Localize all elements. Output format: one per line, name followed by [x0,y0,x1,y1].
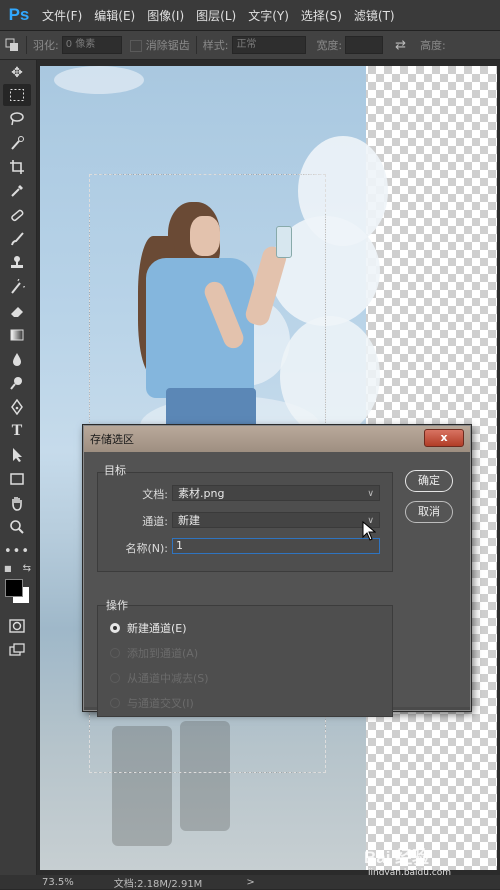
menu-layer[interactable]: 图层(L) [196,7,236,24]
eraser-icon[interactable] [3,300,31,322]
cloud [54,66,144,94]
channel-select[interactable]: 新建 ∨ [172,512,380,528]
menu-select[interactable]: 选择(S) [301,7,342,24]
width-input[interactable] [345,36,384,54]
style-select[interactable]: 正常 [232,36,307,54]
swap-arrows-icon[interactable]: ⇄ [395,38,406,53]
selection-mode-icon[interactable] [4,37,20,53]
operation-group-label: 操作 [106,599,128,612]
move-icon[interactable]: ✥ [3,62,31,84]
crop-icon[interactable] [3,156,31,178]
screen-mode-icon[interactable] [3,639,31,661]
quick-select-icon[interactable] [3,132,31,154]
document-info: 文档:2.18M/2.91M [113,878,203,890]
chevron-down-icon: ∨ [367,489,374,499]
op-new-channel-label: 新建通道(E) [127,622,187,635]
baidu-watermark: Bai 经验 jingyan.baidu.com [364,843,482,878]
stamp-icon[interactable] [3,252,31,274]
document-label: 文档: [142,488,168,501]
height-label: 高度: [420,39,446,52]
dodge-icon[interactable] [3,372,31,394]
style-label: 样式: [202,39,229,52]
channel-label: 通道: [142,515,168,528]
healing-icon[interactable] [3,204,31,226]
op-intersect-channel: 与通道交叉(I) [110,695,194,711]
brush-icon[interactable] [3,228,31,250]
radio [110,698,120,708]
antialias-label: 消除锯齿 [145,39,190,52]
menu-filter[interactable]: 滤镜(T) [354,7,395,24]
options-bar: 羽化: 0 像素 消除锯齿 样式: 正常 宽度: ⇄ 高度: [0,31,500,60]
blur-icon[interactable] [3,348,31,370]
target-group-label: 目标 [104,464,126,477]
zoom-level[interactable]: 73.5% [42,877,74,888]
color-swatches[interactable]: ■ ⇆ [3,563,33,609]
document-value: 素材.png [178,487,225,500]
watermark-logo: Bai 经验 [364,848,430,867]
history-brush-icon[interactable] [3,276,31,298]
ok-button[interactable]: 确定 [405,470,453,492]
dialog-titlebar[interactable]: 存储选区 x [84,426,470,452]
antialias-checkbox-wrap[interactable]: 消除锯齿 [129,37,190,53]
feather-label: 羽化: [33,39,59,52]
tools-panel: ✥ T ••• ■ ⇆ [0,60,37,875]
radio [110,648,120,658]
pen-icon[interactable] [3,396,31,418]
op-subtract-from-channel: 从通道中减去(S) [110,670,209,686]
dialog-body: 目标 文档: 素材.png ∨ 通道: 新建 ∨ 名称(N): 1 确定 取消 … [84,452,470,717]
default-colors-icon[interactable]: ■ [4,564,12,573]
radio [110,673,120,683]
save-selection-dialog: 存储选区 x 目标 文档: 素材.png ∨ 通道: 新建 ∨ 名称(N): 1… [83,425,471,717]
status-arrow-icon[interactable]: > [246,877,254,888]
menu-image[interactable]: 图像(I) [147,7,184,24]
dialog-title: 存储选区 [90,433,134,446]
menu-file[interactable]: 文件(F) [42,7,82,24]
menu-type[interactable]: 文字(Y) [248,7,289,24]
name-label: 名称(N): [125,542,168,555]
zoom-icon[interactable] [3,516,31,538]
more-icon[interactable]: ••• [3,540,31,562]
channel-value: 新建 [178,514,200,527]
divider [195,36,197,54]
marquee-icon[interactable] [3,84,31,106]
foreground-color[interactable] [5,579,23,597]
width-label: 宽度: [316,39,343,52]
antialias-checkbox[interactable] [129,40,142,52]
eyedropper-icon[interactable] [3,180,31,202]
photoshop-logo: Ps [8,5,30,24]
hand-icon[interactable] [3,492,31,514]
op-subtract-label: 从通道中减去(S) [127,672,209,685]
cancel-button[interactable]: 取消 [405,501,453,523]
close-button[interactable]: x [424,429,464,447]
path-select-icon[interactable] [3,444,31,466]
op-intersect-label: 与通道交叉(I) [127,697,194,710]
status-bar: 73.5% 文档:2.18M/2.91M > [0,875,500,890]
op-new-channel[interactable]: 新建通道(E) [110,620,187,636]
mouse-cursor-icon [362,520,377,544]
swap-colors-icon[interactable]: ⇆ [23,563,31,574]
menu-edit[interactable]: 编辑(E) [94,7,135,24]
gradient-icon[interactable] [3,324,31,346]
quick-mask-icon[interactable] [3,615,31,637]
name-input[interactable]: 1 [172,538,380,554]
op-add-label: 添加到通道(A) [127,647,199,660]
radio-selected[interactable] [110,623,120,633]
document-select[interactable]: 素材.png ∨ [172,485,380,501]
op-add-to-channel: 添加到通道(A) [110,645,198,661]
feather-input[interactable]: 0 像素 [61,36,122,54]
menu-bar: Ps 文件(F) 编辑(E) 图像(I) 图层(L) 文字(Y) 选择(S) 滤… [0,0,500,31]
rectangle-icon[interactable] [3,468,31,490]
lasso-icon[interactable] [3,108,31,130]
type-icon[interactable]: T [3,420,31,442]
divider [26,36,27,54]
